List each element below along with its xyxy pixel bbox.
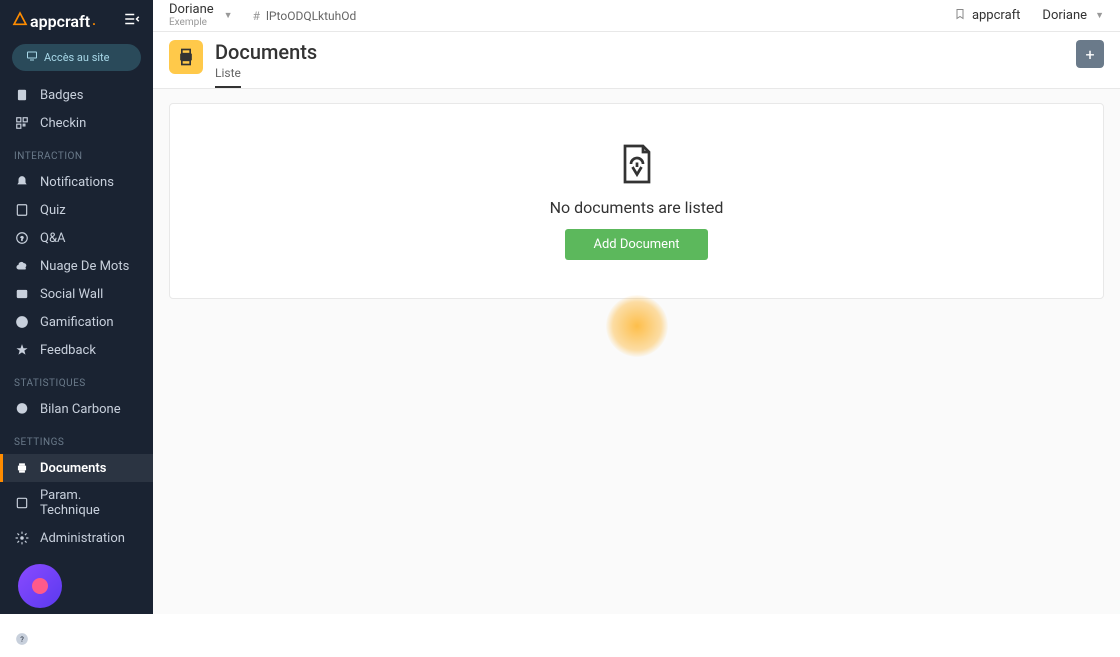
sidebar-header: appcraft. (0, 0, 153, 40)
sidebar-item-bilan[interactable]: Bilan Carbone (0, 395, 153, 423)
nav-label: Social Wall (40, 287, 103, 302)
hash-icon: # (253, 9, 260, 23)
sidebar-item-social[interactable]: Social Wall (0, 280, 153, 308)
caret-down-icon: ▼ (1095, 10, 1104, 21)
sidebar-item-checkin[interactable]: Checkin (0, 109, 153, 137)
leaf-icon (14, 401, 30, 417)
nav-label: Gamification (40, 315, 114, 330)
section-title-stats: STATISTIQUES (0, 364, 153, 395)
nav-label: Param. Technique (40, 488, 139, 518)
main: Doriane Exemple ▼ # lPtoODQLktuhOd appcr… (153, 0, 1120, 614)
nav-label: Quiz (40, 203, 66, 218)
nav-label: Badges (40, 88, 83, 103)
star-circle-icon (14, 314, 30, 330)
nav-label: Checkin (40, 116, 86, 131)
add-document-button[interactable]: Add Document (565, 229, 707, 260)
qr-icon (14, 115, 30, 131)
breadcrumb-sub: Exemple (169, 17, 214, 28)
topbar: Doriane Exemple ▼ # lPtoODQLktuhOd appcr… (153, 0, 1120, 32)
monitor-icon (26, 50, 38, 65)
page-title: Documents (215, 40, 317, 64)
logo[interactable]: appcraft. (12, 11, 96, 32)
nav-label: Notifications (40, 175, 114, 190)
bookmark-icon (954, 7, 966, 25)
sidebar-item-feedback[interactable]: Feedback (0, 336, 153, 364)
floating-action-button[interactable] (18, 564, 62, 608)
sidebar-item-param[interactable]: Param. Technique (0, 482, 153, 524)
highlight-indicator (606, 295, 668, 357)
plus-icon: + (1085, 45, 1094, 64)
svg-text:?: ? (20, 635, 24, 644)
sidebar-item-gamification[interactable]: Gamification (0, 308, 153, 336)
sidebar-item-help[interactable]: ? Aide (0, 620, 153, 657)
svg-text:?: ? (21, 236, 24, 242)
star-icon (14, 342, 30, 358)
sidebar-item-nuage[interactable]: Nuage De Mots (0, 252, 153, 280)
empty-text: No documents are listed (550, 198, 724, 217)
nav-label: Feedback (40, 343, 96, 358)
page-icon (169, 40, 203, 74)
nav-label: Bilan Carbone (40, 402, 121, 417)
print-icon (14, 460, 30, 476)
sidebar-item-notifications[interactable]: Notifications (0, 168, 153, 196)
access-btn-label: Accès au site (44, 51, 110, 64)
tech-icon (14, 495, 30, 511)
sidebar-item-admin[interactable]: Administration (0, 524, 153, 552)
menu-toggle-icon[interactable] (123, 10, 141, 32)
hash-id: # lPtoODQLktuhOd (253, 9, 357, 23)
help-icon: ? (14, 631, 30, 647)
book-icon (14, 202, 30, 218)
help-label: Aide (40, 632, 66, 647)
section-title-settings: SETTINGS (0, 423, 153, 454)
add-button[interactable]: + (1076, 40, 1104, 68)
breadcrumb-main: Doriane (169, 3, 214, 17)
empty-state: No documents are listed Add Document (169, 103, 1104, 299)
sidebar-footer: ? Aide (0, 552, 153, 657)
breadcrumb[interactable]: Doriane Exemple ▼ (169, 3, 233, 28)
nav-label: Nuage De Mots (40, 259, 129, 274)
sidebar-item-documents[interactable]: Documents (0, 454, 153, 482)
section-title-interaction: INTERACTION (0, 137, 153, 168)
page-header: Documents Liste + (153, 32, 1120, 89)
record-icon (32, 578, 48, 594)
sidebar-item-badges[interactable]: Badges (0, 81, 153, 109)
user-menu[interactable]: Doriane ▼ (1042, 8, 1104, 23)
user-name: Doriane (1042, 8, 1087, 23)
cloud-icon (14, 258, 30, 274)
print-icon (176, 47, 196, 67)
gear-icon (14, 530, 30, 546)
logo-mark-icon (12, 11, 28, 32)
badge-icon (14, 87, 30, 103)
nav-label: Q&A (40, 231, 66, 246)
qa-icon: ? (14, 230, 30, 246)
nav-label: Administration (40, 531, 125, 546)
sidebar: appcraft. Accès au site Badges Checkin I… (0, 0, 153, 614)
wall-icon (14, 286, 30, 302)
access-site-button[interactable]: Accès au site (12, 44, 141, 71)
bell-icon (14, 174, 30, 190)
sidebar-item-qa[interactable]: ? Q&A (0, 224, 153, 252)
content: No documents are listed Add Document (153, 89, 1120, 614)
nav-label: Documents (40, 461, 106, 476)
logo-text: appcraft (30, 12, 90, 31)
caret-down-icon: ▼ (224, 10, 233, 21)
org-badge[interactable]: appcraft (954, 7, 1020, 25)
pdf-file-icon (619, 142, 655, 186)
sidebar-item-quiz[interactable]: Quiz (0, 196, 153, 224)
tab-liste[interactable]: Liste (215, 66, 241, 88)
